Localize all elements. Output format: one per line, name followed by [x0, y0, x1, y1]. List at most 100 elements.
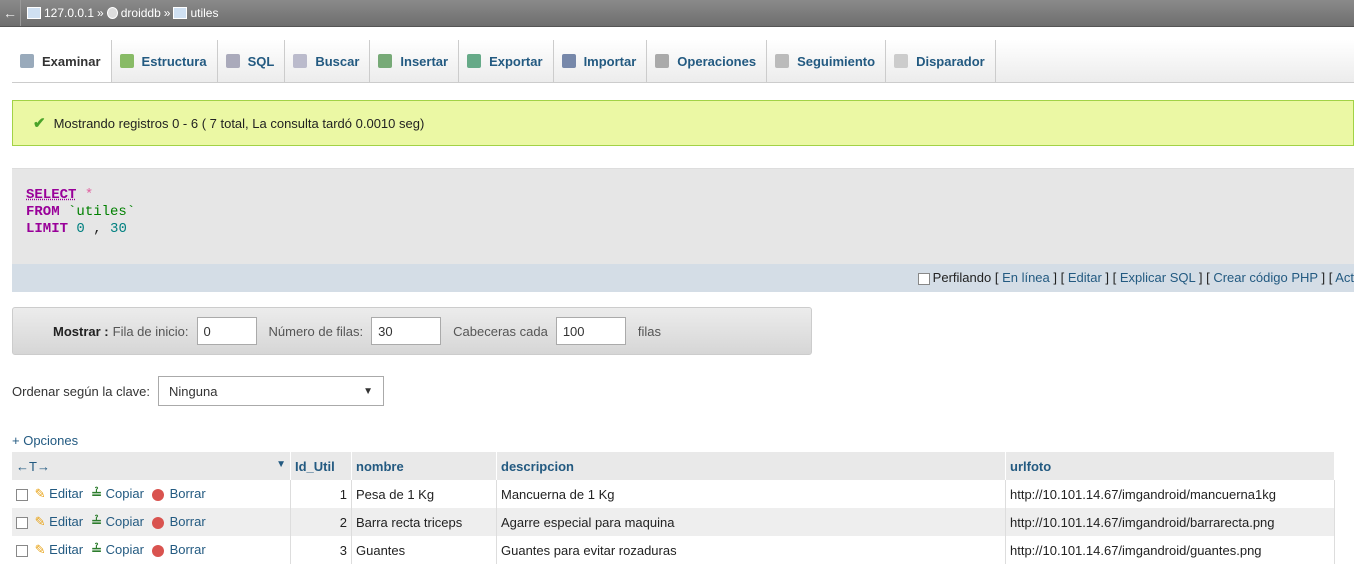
copy-button[interactable]: ≟ Copiar [91, 514, 144, 529]
edit-button[interactable]: ✎ Editar [35, 542, 84, 557]
link-explain-sql[interactable]: Explicar SQL [1120, 270, 1195, 285]
tab-estructura[interactable]: Estructura [112, 40, 218, 82]
collapse-arrow-icon[interactable]: ← [0, 0, 21, 26]
tab-disparador[interactable]: Disparador [886, 40, 996, 82]
start-row-input[interactable]: 0 [196, 317, 257, 345]
cell-nombre[interactable]: Guantes [351, 536, 497, 564]
cell-descripcion[interactable]: Guantes para evitar rozaduras [496, 536, 1006, 564]
start-row-label: Fila de inicio: [112, 323, 189, 339]
row-actions: ✎ Editar ≟ Copiar Borrar [12, 536, 291, 564]
pencil-icon: ✎ [34, 486, 46, 501]
col-header-nombre[interactable]: nombre [351, 452, 497, 480]
row-count-input[interactable]: 30 [371, 317, 442, 345]
tab-label: Importar [583, 53, 637, 69]
delete-button[interactable]: Borrar [151, 486, 206, 501]
cell-urlfoto[interactable]: http://10.101.14.67/imgandroid/barrarect… [1005, 508, 1335, 536]
cell-id[interactable]: 3 [290, 536, 352, 564]
tab-label: Operaciones [677, 53, 757, 69]
delete-button[interactable]: Borrar [151, 542, 206, 557]
tab-label: Estructura [141, 53, 207, 69]
mostrar-label: Mostrar : [53, 323, 109, 339]
col-header-descripcion[interactable]: descripcion [496, 452, 1006, 480]
breadcrumb-separator: » [97, 6, 104, 20]
sql-footer-links: Perfilando [ En línea ] [ Editar ] [ Exp… [12, 264, 1354, 292]
breadcrumb-table[interactable]: utiles [190, 6, 218, 20]
tab-sql[interactable]: SQL [218, 40, 286, 82]
column-arrows-header[interactable]: ←T→ ▼ [12, 452, 291, 480]
sql-select: SELECT [26, 187, 77, 203]
col-header-urlfoto[interactable]: urlfoto [1005, 452, 1335, 480]
sql-link-list: Perfilando [ En línea ] [ Editar ] [ Exp… [917, 270, 1354, 285]
wrench-icon [655, 54, 670, 68]
tab-exportar[interactable]: Exportar [459, 40, 554, 82]
copy-icon: ≟ [91, 542, 103, 557]
profiling-label: Perfilando [932, 270, 992, 285]
copy-icon: ≟ [91, 486, 103, 501]
eye-icon [775, 54, 790, 68]
link-create-php[interactable]: Crear código PHP [1213, 270, 1318, 285]
sort-select[interactable]: Ninguna ▼ [158, 376, 385, 406]
edit-label: Editar [49, 486, 84, 501]
copy-icon: ≟ [91, 514, 103, 529]
row-checkbox[interactable] [16, 544, 28, 557]
table-row: ✎ Editar ≟ Copiar Borrar 3 Guantes Guantes p… [12, 536, 1335, 564]
edit-label: Editar [49, 542, 84, 557]
tab-label: Seguimiento [797, 53, 876, 69]
row-actions: ✎ Editar ≟ Copiar Borrar [12, 480, 291, 508]
link-refresh[interactable]: Act [1335, 270, 1354, 285]
tab-operaciones[interactable]: Operaciones [647, 40, 768, 82]
cell-descripcion[interactable]: Agarre especial para maquina [496, 508, 1006, 536]
headers-every-input[interactable]: 100 [555, 317, 626, 345]
sql-limit: LIMIT [26, 221, 69, 237]
profiling-checkbox[interactable] [917, 272, 930, 285]
breadcrumb-server[interactable]: 127.0.0.1 [44, 6, 94, 20]
options-toggle[interactable]: + Opciones [12, 433, 78, 448]
sql-from: FROM [26, 204, 60, 220]
success-message: ✔ Mostrando registros 0 - 6 ( 7 total, L… [12, 100, 1354, 146]
copy-label: Copiar [105, 514, 144, 529]
delete-label: Borrar [169, 514, 206, 529]
delete-button[interactable]: Borrar [151, 514, 206, 529]
cell-id[interactable]: 2 [290, 508, 352, 536]
success-text: Mostrando registros 0 - 6 ( 7 total, La … [53, 115, 425, 131]
tab-buscar[interactable]: Buscar [285, 40, 371, 82]
tab-insertar[interactable]: Insertar [370, 40, 460, 82]
copy-label: Copiar [105, 486, 144, 501]
export-icon [467, 54, 482, 68]
cell-id[interactable]: 1 [290, 480, 352, 508]
sql-limit-start: 0 [76, 221, 85, 237]
edit-button[interactable]: ✎ Editar [35, 514, 84, 529]
tab-label: Disparador [916, 53, 985, 69]
cell-nombre[interactable]: Barra recta triceps [351, 508, 497, 536]
pencil-icon: ✎ [34, 514, 46, 529]
browse-icon [20, 54, 34, 68]
tab-label: SQL [247, 53, 275, 69]
edit-button[interactable]: ✎ Editar [35, 486, 84, 501]
breadcrumb-separator: » [163, 6, 171, 20]
delete-label: Borrar [169, 486, 206, 501]
headers-every-label: Cabeceras cada [453, 323, 548, 339]
sort-by-key: Ordenar según la clave: Ninguna ▼ [12, 376, 385, 406]
tab-bar: Examinar Estructura SQL Buscar Insertar Expor… [12, 40, 1354, 83]
link-edit[interactable]: Editar [1068, 270, 1102, 285]
sql-icon [225, 54, 240, 68]
col-header-id[interactable]: Id_Util [290, 452, 352, 480]
tab-examinar[interactable]: Examinar [12, 40, 112, 82]
tab-importar[interactable]: Importar [554, 40, 648, 82]
breadcrumb-db[interactable]: droiddb [121, 6, 161, 20]
cell-urlfoto[interactable]: http://10.101.14.67/imgandroid/mancuerna… [1005, 480, 1335, 508]
sql-code: SELECT * FROM `utiles` LIMIT 0 , 30 [26, 187, 135, 238]
copy-button[interactable]: ≟ Copiar [91, 486, 144, 501]
row-checkbox[interactable] [16, 488, 28, 501]
link-inline[interactable]: En línea [1002, 270, 1050, 285]
cell-urlfoto[interactable]: http://10.101.14.67/imgandroid/guantes.p… [1005, 536, 1335, 564]
cell-nombre[interactable]: Pesa de 1 Kg [351, 480, 497, 508]
tab-label: Examinar [42, 53, 101, 69]
edit-label: Editar [49, 514, 84, 529]
sort-toggle-icon[interactable]: ▼ [276, 459, 286, 470]
copy-button[interactable]: ≟ Copiar [91, 542, 144, 557]
tab-seguimiento[interactable]: Seguimiento [767, 40, 887, 82]
cell-descripcion[interactable]: Mancuerna de 1 Kg [496, 480, 1006, 508]
column-arrows[interactable]: ←T→ [16, 459, 50, 474]
row-checkbox[interactable] [16, 516, 28, 529]
